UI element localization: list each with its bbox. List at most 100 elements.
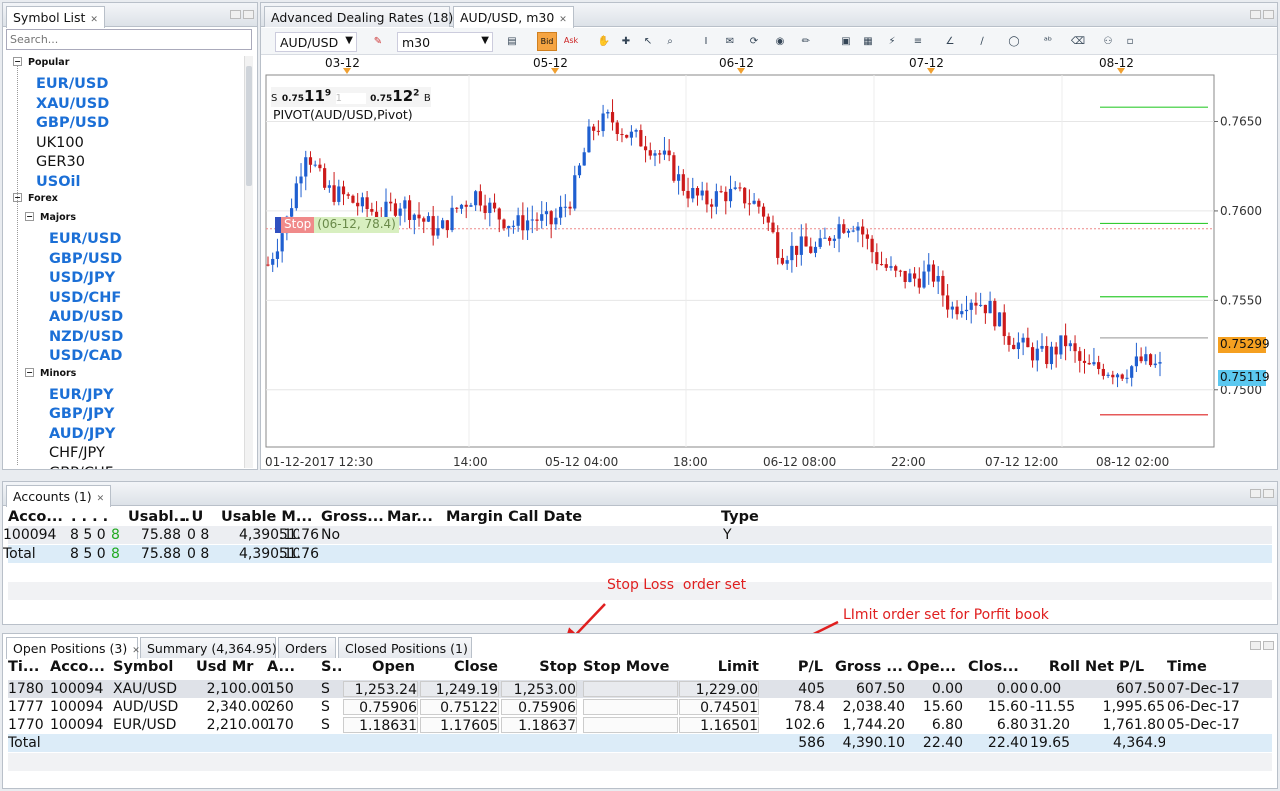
column-header[interactable]: . . . . [71,509,108,525]
trend-icon[interactable]: ∠ [941,33,959,51]
table-cell[interactable]: 1.16501 [679,717,759,733]
symbol-item[interactable]: GBP/CHF [49,465,113,470]
column-header[interactable]: Symbol [113,659,193,675]
close-icon[interactable]: ✕ [90,15,98,25]
table-cell[interactable] [583,717,678,733]
abc-icon[interactable]: ᵃᵇ [1039,33,1057,51]
column-header[interactable]: Gross... [321,509,384,525]
table-cell[interactable]: 0.75906 [501,699,577,715]
color-picker-icon[interactable]: ✎ [369,33,387,51]
column-header[interactable]: S.. [321,659,341,675]
tree-group-majors[interactable]: − Majors [25,212,76,223]
tree-group-minors[interactable]: − Minors [25,367,76,379]
column-header[interactable]: Time [1167,659,1247,675]
symbol-item[interactable]: AUD/USD [49,309,123,325]
symbol-item[interactable]: XAU/USD [36,96,109,112]
timeframe-select[interactable]: m30 ▼ [397,32,493,52]
text-icon[interactable]: Ⅰ [697,33,715,51]
column-header[interactable]: Stop [501,659,577,675]
table-cell[interactable] [583,699,678,715]
tab-advanced-dealing-rates[interactable]: Advanced Dealing Rates (18) [264,6,453,27]
tab-open-positions[interactable]: Open Positions (3) ✕ [6,637,140,659]
tab-closed-positions[interactable]: Closed Positions (1) [338,637,472,658]
symbol-item[interactable]: GER30 [36,154,85,170]
crosshair-icon[interactable]: ✚ [617,33,635,51]
column-header[interactable]: Acco... [8,509,63,525]
close-icon[interactable]: ✕ [132,646,140,656]
symbol-item[interactable]: USD/CHF [49,290,121,306]
tab-orders[interactable]: Orders [278,637,336,658]
quote-box[interactable]: S 0.75119 1 0.75122 B [271,87,431,107]
comment-icon[interactable]: ✉ [721,33,739,51]
fibonacci-icon[interactable]: ⚡ [883,33,901,51]
table-cell[interactable]: 1,253.00 [501,681,577,697]
column-header[interactable]: Stop Move [583,659,678,675]
ellipse-icon[interactable]: ◯ [1005,33,1023,51]
tab-accounts[interactable]: Accounts (1) ✕ [6,485,112,507]
column-header[interactable]: Net P/L [1085,659,1165,675]
chart-type-icon[interactable]: ▤ [503,33,521,51]
window-buttons[interactable] [1248,489,1274,501]
window-buttons[interactable] [1248,10,1274,22]
tree-scrollbar[interactable] [244,56,253,468]
column-header[interactable]: Gross ... [835,659,905,675]
symbol-item[interactable]: USD/JPY [49,270,115,286]
symbol-item[interactable]: NZD/USD [49,329,123,345]
symbol-item[interactable]: EUR/JPY [49,387,114,403]
close-icon[interactable]: ✕ [97,494,105,504]
collapse-icon[interactable]: − [25,212,34,221]
tab-summary[interactable]: Summary (4,364.95) [140,637,277,658]
window-buttons[interactable] [228,10,254,22]
price-chart[interactable]: 0.76500.76000.75500.7500 [262,71,1276,461]
column-header[interactable]: Open [343,659,415,675]
ask-button[interactable]: Ask [561,32,581,51]
column-header[interactable]: . U [181,509,203,525]
lines-icon[interactable]: ≡ [909,33,927,51]
column-header[interactable]: Margin Call Date [446,509,582,525]
eraser-icon[interactable]: ⌫ [1069,33,1087,51]
column-header[interactable]: Ti... [8,659,48,675]
symbol-item[interactable]: USOil [36,174,80,190]
tree-group-popular[interactable]: − Popular [13,57,69,68]
bid-button[interactable]: Bid [537,32,557,51]
search-input[interactable] [6,29,252,50]
zoom-icon[interactable]: ⌕ [661,33,679,51]
symbol-select[interactable]: AUD/USD ▼ [275,32,357,52]
symbol-item[interactable]: EUR/USD [49,231,121,247]
table-cell[interactable]: 1,229.00 [679,681,759,697]
symbol-item[interactable]: CHF/JPY [49,445,105,461]
tab-aud-usd-chart[interactable]: AUD/USD, m30 ✕ [453,6,574,28]
network-icon[interactable]: ⚇ [1099,33,1117,51]
hand-icon[interactable]: ✋ [595,33,613,51]
column-header[interactable]: Usable M... [221,509,312,525]
column-header[interactable]: Roll [1030,659,1080,675]
symbol-item[interactable]: UK100 [36,135,84,151]
column-header[interactable]: Close [420,659,498,675]
globe-icon[interactable]: ◉ [771,33,789,51]
column-header[interactable]: Clos... [968,659,1024,675]
column-header[interactable]: A... [267,659,317,675]
symbol-item[interactable]: GBP/USD [36,115,109,131]
symbol-item[interactable]: AUD/JPY [49,426,115,442]
tab-symbol-list[interactable]: Symbol List ✕ [6,6,105,28]
table-cell[interactable]: 1.18637 [501,717,577,733]
symbol-item[interactable]: USD/CAD [49,348,122,364]
grid-small-icon[interactable]: ▫ [1121,33,1139,51]
collapse-icon[interactable]: − [25,367,34,377]
symbol-item[interactable]: EUR/USD [36,76,108,92]
tree-group-forex[interactable]: − Forex [13,193,58,204]
column-header[interactable]: Type [721,509,759,525]
template-icon[interactable]: ▦ [859,33,877,51]
close-icon[interactable]: ✕ [559,15,567,25]
image-icon[interactable]: ▣ [837,33,855,51]
stop-order-marker[interactable]: Stop (06-12, 78.4) [275,217,399,234]
column-header[interactable]: P/L [763,659,823,675]
column-header[interactable]: Usd Mr [196,659,266,675]
table-cell[interactable] [583,681,678,697]
cursor-icon[interactable]: ↖ [639,33,657,51]
symbol-item[interactable]: GBP/USD [49,251,122,267]
pencil-icon[interactable]: ✏ [797,33,815,51]
window-buttons[interactable] [1248,641,1274,653]
symbol-item[interactable]: GBP/JPY [49,406,114,422]
column-header[interactable]: Mar... [387,509,433,525]
